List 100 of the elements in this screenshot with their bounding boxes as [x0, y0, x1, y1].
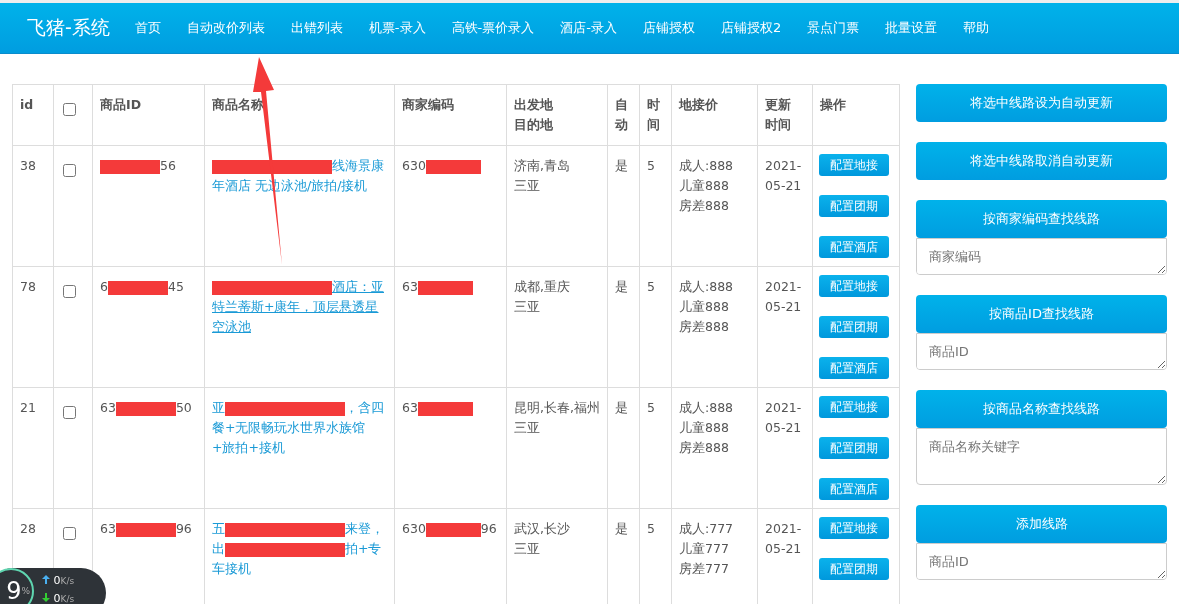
config-button[interactable]: 配置地接: [819, 275, 889, 297]
redaction-bar: [100, 159, 160, 174]
config-button[interactable]: 配置地接: [819, 396, 889, 418]
table-cell-text: 成都,重庆: [514, 278, 571, 296]
table-cell: 是: [615, 400, 628, 415]
table-cell: 是: [615, 158, 628, 173]
column-header: 操作: [820, 96, 846, 114]
table-cell: 5: [647, 158, 655, 173]
table-cell-text: 成人:888: [679, 157, 735, 175]
table-cell: 63: [100, 400, 116, 415]
redaction-bar: [425, 522, 481, 537]
action-button[interactable]: 添加线路: [916, 505, 1167, 543]
nav-link[interactable]: 店铺授权2: [707, 19, 795, 37]
config-button[interactable]: 配置酒店: [819, 478, 889, 500]
config-button[interactable]: 配置团期: [819, 437, 889, 459]
table-cell: 38: [20, 158, 36, 173]
table-cell-text: 儿童777: [679, 540, 730, 558]
nav-link[interactable]: 自动改价列表: [173, 19, 278, 37]
table-cell-text: 昆明,长春,福州: [514, 399, 600, 417]
brand-title[interactable]: 飞猪-系统: [27, 15, 110, 41]
table-cell: 63: [402, 279, 418, 294]
table-cell: 630: [402, 158, 426, 173]
table-cell-text: 三亚: [514, 298, 541, 316]
table-cell-text: 儿童888: [679, 419, 730, 437]
row-checkbox[interactable]: [63, 285, 76, 298]
action-button[interactable]: 将选中线路设为自动更新: [916, 84, 1167, 122]
table-cell-text: 成人:777: [679, 520, 735, 538]
table-cell-text: 房差888: [679, 439, 730, 457]
nav-link[interactable]: 景点门票: [794, 19, 873, 37]
table-cell-text: 2021-: [765, 278, 803, 296]
table-cell-text: 05-21: [765, 540, 803, 558]
nav-link[interactable]: 机票-录入: [355, 19, 439, 37]
table-cell-text: 儿童888: [679, 177, 730, 195]
column-header: 更新 时间: [765, 96, 791, 134]
redaction-bar: [115, 401, 176, 416]
nav-link[interactable]: 帮助: [950, 19, 1003, 37]
table-cell-text: 武汉,长沙: [514, 520, 571, 538]
config-button[interactable]: 配置酒店: [819, 236, 889, 258]
table-cell: 5: [647, 400, 655, 415]
action-button[interactable]: 按商品ID查找线路: [916, 295, 1167, 333]
table-cell-text: 济南,青岛: [514, 157, 571, 175]
table-cell: 78: [20, 279, 36, 294]
column-header: 地接价: [679, 96, 718, 114]
column-header: id: [20, 96, 34, 114]
redaction-bar: [115, 522, 176, 537]
column-header: 出发地 目的地: [514, 96, 553, 134]
search-field[interactable]: 商品ID: [916, 333, 1167, 370]
table-cell-text: 成人:888: [679, 399, 735, 417]
redaction-bar: [425, 159, 481, 174]
table-cell-text: 05-21: [765, 419, 803, 437]
search-field[interactable]: 商家编码: [916, 238, 1167, 275]
action-button[interactable]: 按商品名称查找线路: [916, 390, 1167, 428]
column-header: 商品名称: [212, 96, 264, 114]
table-cell-text: 三亚: [514, 540, 541, 558]
action-button[interactable]: 将选中线路取消自动更新: [916, 142, 1167, 180]
table-cell-text: 三亚: [514, 177, 541, 195]
nav-link[interactable]: 高铁-票价录入: [438, 19, 548, 37]
config-button[interactable]: 配置地接: [819, 517, 889, 539]
search-field[interactable]: 商品ID: [916, 543, 1167, 580]
table-cell: 45: [167, 279, 184, 294]
table-cell: 63: [402, 400, 418, 415]
table-cell: 5: [647, 521, 655, 536]
nav-link[interactable]: 店铺授权: [629, 19, 708, 37]
table-cell: 96: [480, 521, 497, 536]
table-cell-text: 成人:888: [679, 278, 735, 296]
table-cell: 21: [20, 400, 36, 415]
config-button[interactable]: 配置酒店: [819, 357, 889, 379]
table-cell: 6: [100, 279, 108, 294]
table-cell: 28: [20, 521, 36, 536]
config-button[interactable]: 配置地接: [819, 154, 889, 176]
action-button[interactable]: 按商家编码查找线路: [916, 200, 1167, 238]
table-cell: 56: [160, 158, 176, 173]
row-checkbox[interactable]: [63, 164, 76, 177]
column-header: 时 间: [647, 96, 660, 134]
row-checkbox[interactable]: [63, 527, 76, 540]
nav-link[interactable]: 酒店-录入: [547, 19, 630, 37]
nav-link[interactable]: 批量设置: [872, 19, 951, 37]
table-cell: 96: [175, 521, 192, 536]
nav-link[interactable]: 出错列表: [277, 19, 356, 37]
table-cell-text: 儿童888: [679, 298, 730, 316]
table-cell: 630: [402, 521, 426, 536]
download-speed: 0K/s: [42, 590, 75, 604]
row-checkbox[interactable]: [63, 406, 76, 419]
column-header: 自 动: [615, 96, 628, 134]
nav-link[interactable]: 首页: [121, 19, 174, 37]
upload-speed: 0K/s: [42, 572, 75, 590]
table-cell: 是: [615, 521, 628, 536]
config-button[interactable]: 配置团期: [819, 195, 889, 217]
table-cell-text: 2021-: [765, 520, 803, 538]
download-arrow-icon: [42, 593, 50, 602]
redaction-bar: [417, 401, 473, 416]
table-cell-text: 房差888: [679, 318, 730, 336]
search-field[interactable]: 商品名称关键字: [916, 428, 1167, 485]
table-cell: 是: [615, 279, 628, 294]
select-all-checkbox[interactable]: [63, 103, 76, 116]
table-cell-text: 房差777: [679, 560, 730, 578]
table-cell: 5: [647, 279, 655, 294]
table-cell-text: 05-21: [765, 298, 803, 316]
config-button[interactable]: 配置团期: [819, 316, 889, 338]
config-button[interactable]: 配置团期: [819, 558, 889, 580]
